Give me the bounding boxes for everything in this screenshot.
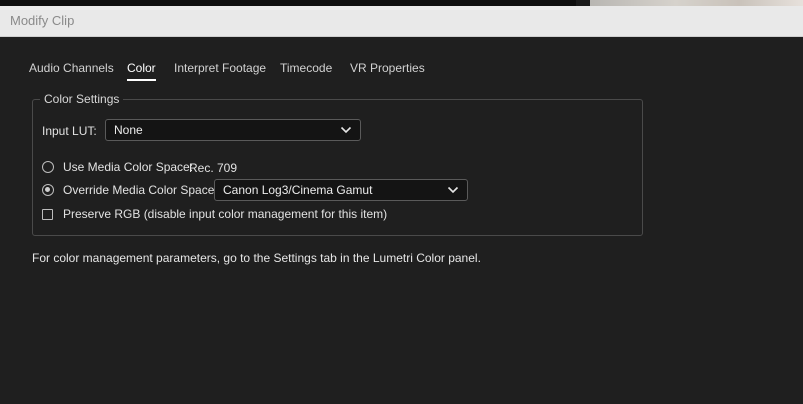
- input-lut-value: None: [114, 123, 143, 137]
- tab-timecode[interactable]: Timecode: [280, 61, 332, 75]
- tab-interpret-footage[interactable]: Interpret Footage: [174, 61, 266, 75]
- tab-color[interactable]: Color: [127, 61, 156, 81]
- group-title: Color Settings: [40, 92, 124, 106]
- input-lut-dropdown[interactable]: None: [105, 119, 361, 141]
- tab-label: Interpret Footage: [174, 61, 267, 75]
- override-media-color-space-radio[interactable]: [42, 184, 54, 196]
- tab-label: Timecode: [280, 61, 333, 75]
- input-lut-label: Input LUT:: [42, 124, 97, 138]
- title-bar[interactable]: Modify Clip: [0, 6, 803, 37]
- active-tab-indicator: [127, 79, 156, 81]
- window-title: Modify Clip: [10, 13, 75, 28]
- chevron-down-icon: [447, 186, 459, 194]
- modify-clip-dialog: Modify Clip Audio Channels Color Interpr…: [0, 6, 803, 404]
- tab-label: Audio Channels: [29, 61, 114, 75]
- override-color-space-value: Canon Log3/Cinema Gamut: [223, 183, 373, 197]
- override-color-space-dropdown[interactable]: Canon Log3/Cinema Gamut: [214, 179, 468, 201]
- color-management-note: For color management parameters, go to t…: [32, 251, 481, 265]
- use-media-color-space-label: Use Media Color Space:: [63, 160, 194, 174]
- use-media-color-space-radio[interactable]: [42, 161, 54, 173]
- media-color-space-value: Rec. 709: [189, 161, 238, 175]
- tab-audio-channels[interactable]: Audio Channels: [29, 61, 114, 75]
- tab-label: VR Properties: [350, 61, 425, 75]
- color-settings-group: Color Settings Input LUT: None Use Media…: [32, 92, 643, 236]
- override-media-color-space-label: Override Media Color Space:: [63, 183, 218, 197]
- tab-vr-properties[interactable]: VR Properties: [350, 61, 425, 75]
- chevron-down-icon: [340, 126, 352, 134]
- preserve-rgb-checkbox[interactable]: [42, 209, 53, 220]
- preserve-rgb-label: Preserve RGB (disable input color manage…: [63, 207, 388, 221]
- tab-label: Color: [127, 61, 156, 75]
